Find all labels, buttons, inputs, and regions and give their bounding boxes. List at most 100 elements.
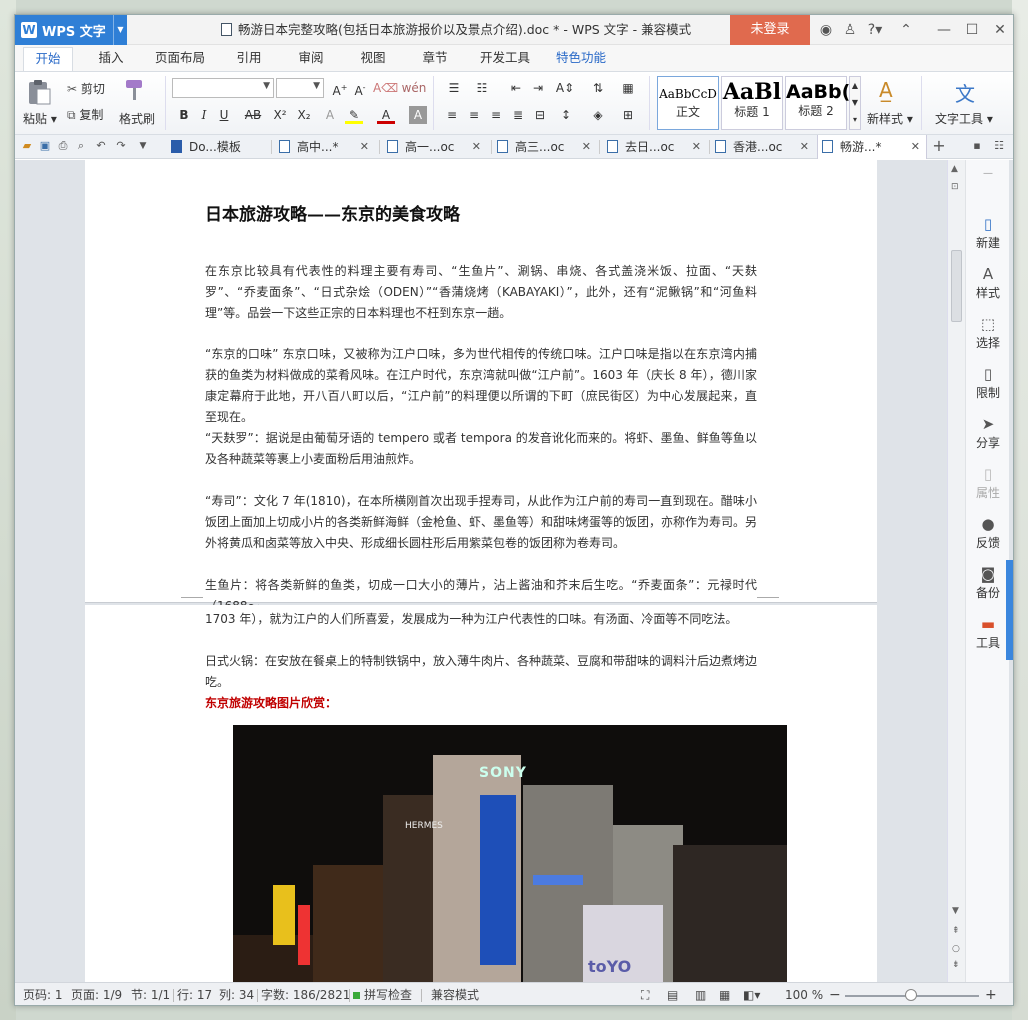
align-right-icon[interactable]: ≡ — [487, 106, 505, 124]
table-grid-icon[interactable]: ▦ — [619, 79, 637, 97]
taskpane-expand-handle[interactable] — [1006, 560, 1013, 660]
new-tab-icon[interactable]: + — [931, 138, 947, 154]
minimize-icon[interactable]: — — [930, 15, 958, 45]
taskpane-collapse-icon[interactable]: — — [966, 168, 1010, 179]
outline-view-icon[interactable]: ▥ — [695, 983, 706, 1005]
tab-developer[interactable]: 开发工具 — [473, 45, 537, 71]
paste-button[interactable]: 粘贴 ▾ — [23, 110, 57, 127]
strikethrough-icon[interactable]: AB — [239, 106, 267, 124]
taskpane-new[interactable]: ▯ 新建 — [966, 216, 1010, 251]
vertical-scrollbar[interactable]: ▲ ⊡ ▼ ⇞ ○ ⇟ — [947, 160, 965, 982]
decrease-indent-icon[interactable]: ⇤ — [507, 79, 525, 97]
line-spacing-icon[interactable]: ↕ — [557, 106, 575, 124]
font-color-icon[interactable]: A — [377, 106, 395, 124]
style-heading-2[interactable]: AaBb( 标题 2 — [785, 76, 850, 130]
shrink-font-icon[interactable]: A- — [351, 79, 369, 98]
taskpane-styles[interactable]: A 样式 — [966, 266, 1010, 301]
doc-tab[interactable]: 高三...oc ✕ — [493, 135, 597, 159]
tab-chapter[interactable]: 章节 — [411, 45, 459, 71]
open-folder-icon[interactable]: ▰ — [19, 138, 35, 154]
select-browse-icon[interactable]: ○ — [952, 944, 960, 954]
close-tab-icon[interactable]: ✕ — [360, 135, 369, 159]
grow-font-icon[interactable]: A+ — [331, 79, 349, 98]
italic-icon[interactable]: I — [195, 106, 213, 124]
doc-tab[interactable]: 去日...oc ✕ — [603, 135, 707, 159]
next-page-icon[interactable]: ⇟ — [952, 960, 960, 970]
page-view-icon[interactable]: ▤ — [667, 983, 678, 1005]
doc-tab-active[interactable]: 畅游...* ✕ — [817, 135, 927, 159]
tab-list-icon[interactable]: ▪ — [969, 138, 985, 154]
taskpane-feedback[interactable]: ● 反馈 — [966, 516, 1010, 551]
bullet-list-icon[interactable]: ☰ — [443, 79, 465, 97]
format-painter-icon[interactable] — [123, 78, 147, 104]
bold-icon[interactable]: B — [175, 106, 193, 124]
zoom-slider-thumb[interactable] — [905, 989, 917, 1001]
reading-view-icon[interactable]: ◧▾ — [743, 983, 760, 1005]
taskpane-restrict[interactable]: ▯ 限制 — [966, 366, 1010, 401]
new-style-icon[interactable]: A̲ — [879, 78, 893, 102]
doc-tab-template[interactable]: Do...模板 — [167, 135, 267, 159]
save-icon[interactable]: ▣ — [37, 138, 53, 154]
paste-icon[interactable] — [25, 78, 53, 106]
taskpane-tools[interactable]: ▬ 工具 — [966, 616, 1010, 651]
align-left-icon[interactable]: ≡ — [443, 106, 461, 124]
zoom-out-icon[interactable]: − — [829, 983, 841, 1005]
zoom-level[interactable]: 100 % — [785, 983, 823, 1005]
close-tab-icon[interactable]: ✕ — [582, 135, 591, 159]
scroll-down-icon[interactable]: ▼ — [952, 906, 959, 916]
collapse-ribbon-icon[interactable]: ⌃ — [893, 15, 919, 45]
shirt-icon[interactable]: ♙ — [839, 15, 861, 45]
new-style-button[interactable]: 新样式 ▾ — [867, 110, 913, 127]
font-size-select[interactable]: ▼ — [276, 78, 324, 98]
text-tools-button[interactable]: 文字工具 ▾ — [935, 110, 993, 127]
print-icon[interactable]: ⎙ — [55, 138, 71, 154]
close-tab-icon[interactable]: ✕ — [800, 135, 809, 159]
document-page[interactable]: 1703 年），就为江户的人们所喜爱，发展成为一种为江户代表性的口味。有汤面、冷… — [85, 605, 877, 982]
app-menu-dropdown-icon[interactable]: ▼ — [113, 15, 127, 45]
close-icon[interactable]: ✕ — [986, 15, 1013, 45]
cut-button[interactable]: ✂ 剪切 — [67, 80, 105, 97]
doc-tab[interactable]: 高一...oc ✕ — [383, 135, 487, 159]
tab-view[interactable]: 视图 — [349, 45, 397, 71]
justify-icon[interactable]: ≣ — [509, 106, 527, 124]
tokyo-night-photo[interactable]: SONY HERMES toYO — [233, 725, 787, 982]
app-menu-button[interactable]: W WPS 文字 ▼ — [15, 15, 127, 45]
tab-review[interactable]: 审阅 — [287, 45, 335, 71]
char-shading-icon[interactable]: A — [409, 106, 427, 124]
superscript-icon[interactable]: X² — [271, 106, 289, 124]
format-painter-button[interactable]: 格式刷 — [119, 110, 155, 127]
sort-icon[interactable]: ⇅ — [589, 79, 607, 97]
scroll-thumb[interactable] — [951, 250, 962, 322]
prev-page-icon[interactable]: ⇞ — [952, 926, 960, 936]
font-name-select[interactable]: ▼ — [172, 78, 274, 98]
copy-button[interactable]: ⧉ 复制 — [67, 106, 103, 123]
shading-icon[interactable]: ◈ — [589, 106, 607, 124]
distribute-icon[interactable]: ⊟ — [531, 106, 549, 124]
phonetic-icon[interactable]: wén — [401, 79, 427, 97]
taskpane-share[interactable]: ➤ 分享 — [966, 416, 1010, 451]
taskpane-select[interactable]: ⬚ 选择 — [966, 316, 1010, 351]
scroll-up-icon[interactable]: ▲ — [951, 164, 958, 174]
spell-check-toggle[interactable]: 拼写检查 — [353, 983, 412, 1005]
skin-icon[interactable]: ◉ — [815, 15, 837, 45]
close-tab-icon[interactable]: ✕ — [911, 135, 920, 159]
text-tools-icon[interactable]: 文 — [955, 78, 975, 107]
subscript-icon[interactable]: X₂ — [295, 106, 313, 124]
tab-page-layout[interactable]: 页面布局 — [149, 45, 211, 71]
text-direction-icon[interactable]: A⇕ — [553, 79, 577, 97]
tab-home[interactable]: 开始 — [23, 47, 73, 71]
fullscreen-icon[interactable]: ⛶ — [641, 983, 649, 1005]
maximize-icon[interactable]: ☐ — [958, 15, 986, 45]
styles-scroll[interactable]: ▲ ▼ ▾ — [849, 76, 861, 130]
help-icon[interactable]: ?▾ — [863, 15, 887, 45]
zoom-in-icon[interactable]: + — [985, 983, 997, 1005]
scroll-corner-icon[interactable]: ⊡ — [951, 182, 959, 192]
redo-icon[interactable]: ↷ — [113, 138, 129, 154]
doc-tab[interactable]: 香港...oc ✕ — [711, 135, 815, 159]
tab-menu-icon[interactable]: ☷ — [991, 138, 1007, 154]
web-view-icon[interactable]: ▦ — [719, 983, 730, 1005]
tab-references[interactable]: 引用 — [225, 45, 273, 71]
increase-indent-icon[interactable]: ⇥ — [529, 79, 547, 97]
doc-tab[interactable]: 高中...* ✕ — [275, 135, 375, 159]
highlight-icon[interactable]: ✎ — [345, 106, 363, 124]
